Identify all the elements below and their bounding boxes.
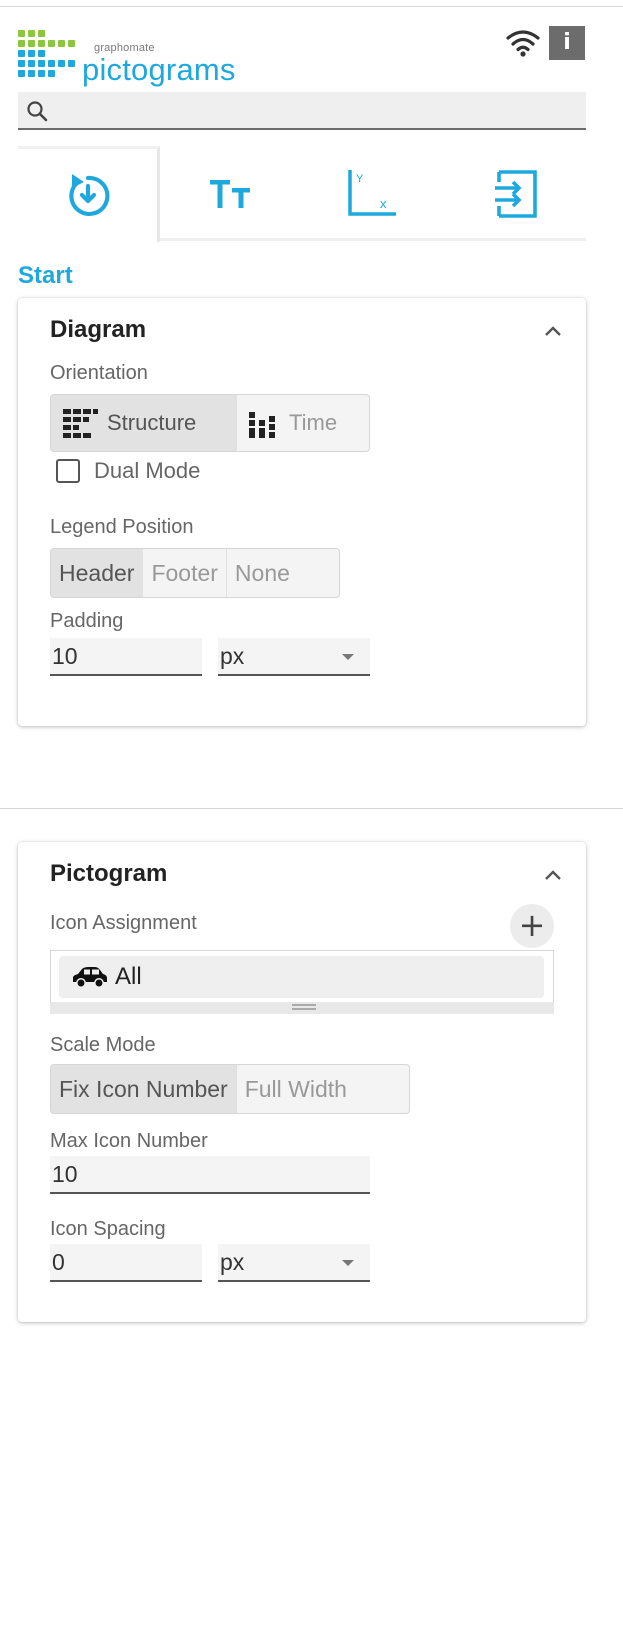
app-logo: graphomate pictograms: [18, 26, 258, 92]
search-input[interactable]: [54, 92, 574, 128]
panel-title: Diagram: [50, 316, 147, 343]
chevron-up-icon[interactable]: [542, 868, 564, 882]
logo-grid-icon: [18, 30, 78, 80]
wifi-icon: [506, 30, 540, 57]
structure-icon: [63, 409, 98, 438]
padding-label: Padding: [50, 610, 124, 632]
orientation-label: Orientation: [50, 362, 148, 384]
scale-mode-toggle: Fix Icon Number Full Width: [50, 1064, 410, 1114]
orientation-structure[interactable]: Structure: [51, 395, 237, 451]
logo-dot: [68, 60, 75, 67]
tab-bar-underline: [160, 238, 586, 241]
list-resize-handle[interactable]: [50, 1002, 554, 1014]
svg-text:x: x: [380, 196, 387, 211]
logo-dot: [38, 50, 45, 57]
car-icon: [73, 967, 107, 988]
icon-assignment-label: Icon Assignment: [50, 912, 197, 934]
legend-header[interactable]: Header: [51, 549, 144, 597]
tab-axis[interactable]: Y x: [302, 146, 444, 242]
list-item[interactable]: All: [59, 956, 544, 998]
section-title: Start: [18, 262, 73, 289]
legend-footer[interactable]: Footer: [143, 549, 227, 597]
scale-mode-full-width[interactable]: Full Width: [237, 1065, 355, 1113]
chevron-up-icon[interactable]: [542, 324, 564, 338]
logo-dot: [48, 70, 55, 77]
logo-dot: [18, 60, 25, 67]
dual-mode-label: Dual Mode: [94, 458, 201, 483]
start-icon: [68, 173, 109, 216]
axis-xy-icon: Y x: [348, 170, 396, 216]
padding-unit-value: px: [220, 642, 245, 669]
padding-unit-select[interactable]: px: [218, 638, 370, 676]
orientation-structure-label: Structure: [107, 410, 197, 435]
tab-bar: Y x: [18, 146, 586, 242]
import-icon: [495, 170, 537, 218]
search-bar: [18, 92, 586, 130]
icon-spacing-unit-value: px: [220, 1248, 245, 1275]
logo-dot: [38, 60, 45, 67]
max-icon-number-input[interactable]: 10: [50, 1156, 370, 1194]
padding-input[interactable]: 10: [50, 638, 202, 676]
logo-dot: [68, 40, 75, 47]
tab-data[interactable]: [444, 146, 586, 242]
text-size-icon: [210, 180, 250, 208]
panel-divider: [0, 808, 623, 809]
grip-icon: [292, 1004, 316, 1010]
logo-dot: [28, 50, 35, 57]
diagram-panel: Diagram Orientation Structure Time Dual …: [18, 298, 586, 726]
orientation-time-label: Time: [289, 410, 338, 435]
dropdown-arrow-icon: [342, 1260, 354, 1266]
list-item-label: All: [115, 963, 142, 990]
logo-dot: [18, 70, 25, 77]
logo-dot: [58, 60, 65, 67]
legend-none[interactable]: None: [227, 549, 298, 597]
logo-dot: [18, 50, 25, 57]
dual-mode-checkbox[interactable]: [56, 459, 80, 483]
info-button[interactable]: i: [549, 26, 585, 60]
logo-dot: [58, 40, 65, 47]
svg-text:Y: Y: [356, 173, 364, 185]
orientation-toggle: Structure Time: [50, 394, 370, 452]
top-divider: [0, 6, 623, 7]
max-icon-number-label: Max Icon Number: [50, 1130, 208, 1152]
dual-mode-row[interactable]: Dual Mode: [50, 456, 200, 486]
time-icon: [249, 412, 275, 438]
orientation-time[interactable]: Time: [237, 395, 369, 451]
scale-mode-label: Scale Mode: [50, 1034, 156, 1056]
logo-dot: [18, 40, 25, 47]
logo-dot: [28, 70, 35, 77]
logo-dot: [28, 40, 35, 47]
tab-text[interactable]: [160, 146, 302, 242]
logo-dot: [48, 60, 55, 67]
pictogram-panel: Pictogram Icon Assignment + All Scale Mo…: [18, 842, 586, 1322]
search-icon: [27, 101, 48, 122]
logo-dot: [28, 30, 35, 37]
legend-position-toggle: Header Footer None: [50, 548, 340, 598]
tab-start[interactable]: [18, 146, 160, 242]
logo-dot: [38, 30, 45, 37]
icon-spacing-input[interactable]: 0: [50, 1244, 202, 1282]
add-icon-assignment-button[interactable]: +: [510, 904, 554, 948]
logo-dot: [38, 40, 45, 47]
panel-title: Pictogram: [50, 860, 168, 887]
logo-dot: [48, 40, 55, 47]
legend-position-label: Legend Position: [50, 516, 194, 538]
logo-dot: [18, 30, 25, 37]
scale-mode-fix-icon-number[interactable]: Fix Icon Number: [51, 1065, 237, 1113]
icon-spacing-label: Icon Spacing: [50, 1218, 166, 1240]
logo-product: pictograms: [82, 52, 236, 87]
icon-spacing-unit-select[interactable]: px: [218, 1244, 370, 1282]
logo-dot: [38, 70, 45, 77]
logo-dot: [28, 60, 35, 67]
dropdown-arrow-icon: [342, 654, 354, 660]
